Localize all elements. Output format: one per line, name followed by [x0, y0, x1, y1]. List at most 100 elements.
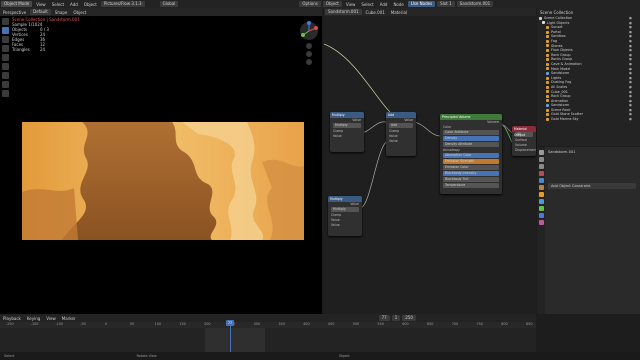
node-field[interactable]: Temperature — [443, 183, 499, 188]
timeline-menu-keying[interactable]: Keying — [24, 316, 43, 321]
node-field[interactable]: Multiply — [331, 207, 359, 212]
tool-tab-icon[interactable] — [538, 150, 544, 155]
timeline-menu-playback[interactable]: Playback — [0, 316, 24, 321]
cursor-icon[interactable] — [2, 27, 9, 34]
scene-tab-icon[interactable] — [538, 178, 544, 183]
timeline-tick-label: 550 — [377, 322, 384, 326]
timeline-header: Playback Keying View Marker 77 1 250 — [0, 314, 536, 322]
node-field[interactable]: Emission Strength — [443, 159, 499, 164]
node-field[interactable]: Blackbody Intensity — [443, 171, 499, 176]
node-links — [324, 43, 517, 209]
math-multiply-node-1[interactable]: Multiply Value Multiply Clamp Value — [330, 112, 364, 152]
math-multiply-node-2[interactable]: Multiply Value Multiply Clamp Value Valu… — [328, 196, 362, 236]
status-bar: Select Rotate View Object — [0, 352, 640, 360]
mode-selector[interactable]: Object Mode — [1, 1, 33, 7]
node-menu-select[interactable]: Select — [358, 2, 376, 7]
annotate-icon[interactable] — [2, 72, 9, 79]
node-field[interactable]: Density Attribute — [443, 142, 499, 147]
scale-icon[interactable] — [2, 54, 9, 61]
node-field[interactable]: Add — [389, 123, 413, 128]
transform-icon[interactable] — [2, 63, 9, 70]
node-socket: Value — [389, 139, 398, 143]
node-field[interactable]: Emission Color — [443, 165, 499, 170]
constraint-tab-icon[interactable] — [538, 213, 544, 218]
collection-icon — [546, 62, 549, 66]
node-field[interactable]: Absorption Color — [443, 153, 499, 158]
node-socket: Value — [331, 223, 340, 227]
timeline-tick-label: 500 — [352, 322, 360, 326]
collection-icon — [546, 113, 549, 117]
3d-viewport[interactable] — [0, 16, 322, 314]
outliner-item[interactable]: Gold Marine Sky ● — [537, 117, 640, 122]
modifier-tab-icon[interactable] — [538, 199, 544, 204]
node-field[interactable]: Blackbody Tint — [443, 177, 499, 182]
use-nodes-toggle[interactable]: Use Nodes — [407, 1, 436, 7]
node-field[interactable]: Color Attribute — [443, 130, 499, 135]
frame-range — [205, 328, 265, 354]
timeline-menu-view[interactable]: View — [43, 316, 59, 321]
node-menu-add[interactable]: Add — [377, 2, 391, 7]
viewport-header-item[interactable]: Perspective — [0, 10, 29, 15]
node-field[interactable]: Multiply — [333, 123, 361, 128]
node-menu-view[interactable]: View — [343, 2, 359, 7]
menu-add[interactable]: Add — [67, 2, 81, 7]
outliner-title: Scene Collection — [540, 9, 574, 15]
shader-node-editor[interactable]: Multiply Value Multiply Clamp Value Add … — [324, 16, 536, 314]
properties-object-name: Sandstorm.001 — [548, 150, 576, 154]
node-menu-node[interactable]: Node — [390, 2, 406, 7]
output-tab-icon[interactable] — [538, 164, 544, 169]
transform-orientation[interactable]: Global — [159, 1, 179, 7]
world-tab-icon[interactable] — [538, 185, 544, 190]
node-header-object[interactable]: Sandstorm.001 — [325, 9, 362, 15]
math-add-node[interactable]: Add Value Add Clamp Value Value — [386, 112, 416, 156]
select-box-icon[interactable] — [2, 18, 9, 25]
addon-menu[interactable]: Pictures/Flow 3.1.3 — [100, 1, 145, 7]
material-tab-icon[interactable] — [538, 220, 544, 225]
menu-select[interactable]: Select — [49, 2, 67, 7]
object-tab-icon[interactable] — [538, 192, 544, 197]
material-output-node[interactable]: Material Output All Surface Volume Displ… — [512, 126, 536, 156]
collection-icon — [546, 104, 549, 108]
collection-icon — [546, 81, 549, 85]
timeline-menu-marker[interactable]: Marker — [59, 316, 79, 321]
slot-selector[interactable]: Slot 1 — [437, 1, 455, 7]
move-icon[interactable] — [2, 36, 9, 43]
add-object-constraint-button[interactable]: Add Object Constraint — [548, 183, 636, 189]
rotate-icon[interactable] — [2, 45, 9, 52]
options-button[interactable]: Options — [299, 1, 321, 7]
node-menu-object[interactable]: Object — [322, 1, 342, 7]
menu-object[interactable]: Object — [81, 2, 100, 7]
timeline-tick-label: 50 — [129, 322, 135, 326]
view-layer-tab-icon[interactable] — [538, 171, 544, 176]
playhead-line — [229, 326, 231, 354]
material-selector[interactable]: Sandstorm.001 — [456, 1, 494, 7]
visibility-icon[interactable]: ● — [629, 117, 632, 122]
node-header-material[interactable]: Material — [388, 10, 410, 15]
viewport-header-item[interactable]: Shape — [52, 10, 71, 15]
viewport-header: Perspective Default Shape Object — [0, 8, 322, 16]
navigation-gizmo[interactable] — [298, 20, 320, 66]
timeline-tick-label: 0 — [105, 322, 108, 326]
timeline-ruler[interactable]: -250-150-100-500501001502002503003504004… — [0, 322, 536, 328]
timeline-tick-label: 300 — [253, 322, 261, 326]
physics-tab-icon[interactable] — [538, 206, 544, 211]
collection-icon — [546, 44, 549, 48]
measure-icon[interactable] — [2, 81, 9, 88]
frame-start-field[interactable]: 1 — [391, 315, 401, 321]
properties-tabs — [537, 147, 545, 314]
timeline-tick-label: -250 — [6, 322, 14, 326]
viewport-header-item[interactable]: Object — [70, 10, 89, 15]
outliner-item-label: Gold Marine Sky — [551, 117, 579, 122]
menu-view[interactable]: View — [33, 2, 49, 7]
current-frame-field[interactable]: 77 — [378, 315, 390, 321]
principled-volume-node[interactable]: Principled Volume Volume Color Color Att… — [440, 114, 502, 194]
frame-end-field[interactable]: 250 — [402, 315, 416, 321]
node-header-mesh[interactable]: Cube.001 — [363, 10, 388, 15]
node-field[interactable]: Density — [443, 136, 499, 141]
add-cube-icon[interactable] — [2, 90, 9, 97]
timeline-tick-label: 600 — [402, 322, 409, 326]
viewport-header-item[interactable]: Default — [30, 9, 51, 15]
collection-icon — [546, 117, 549, 121]
collection-icon — [546, 30, 549, 34]
render-tab-icon[interactable] — [538, 157, 544, 162]
